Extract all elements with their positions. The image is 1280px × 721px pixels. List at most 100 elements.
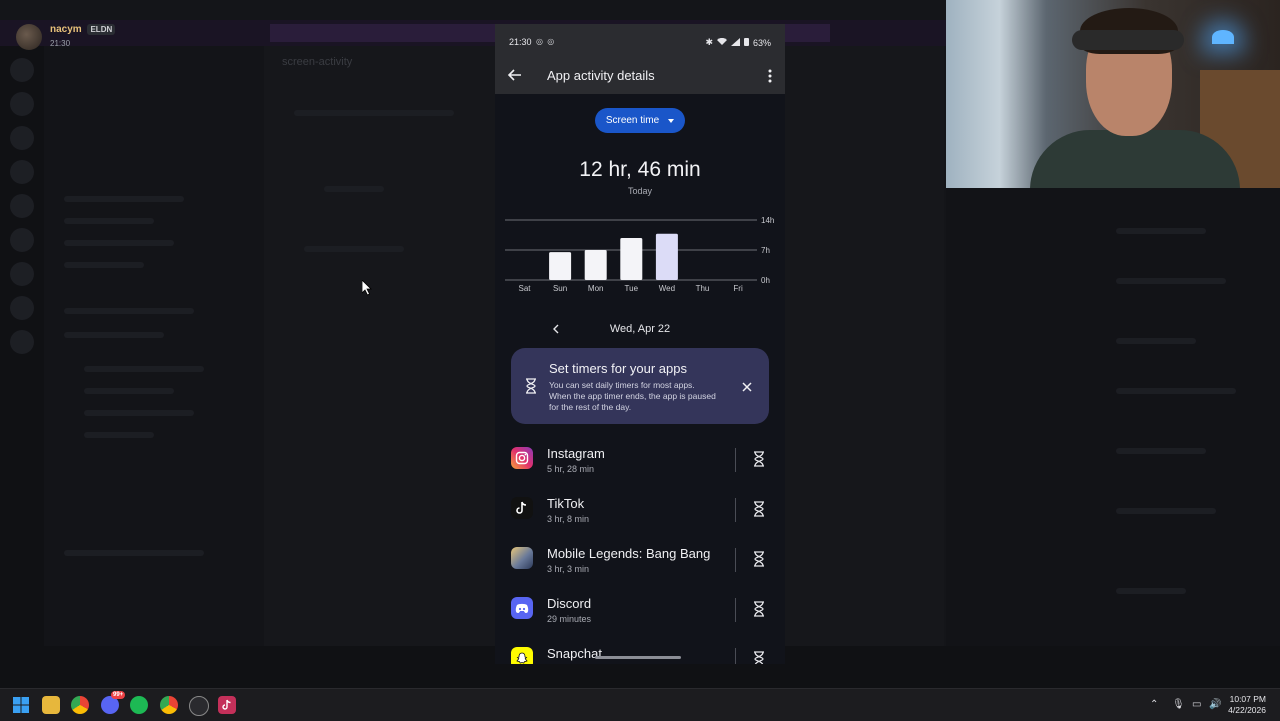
app-name: Discord — [547, 596, 592, 611]
status-bar: 21:30 ◎ ◎ ✱ 63% — [495, 24, 785, 58]
divider — [735, 548, 736, 572]
chart-x-label: Sat — [518, 284, 531, 293]
app-row-tiktok[interactable]: TikTok 3 hr, 8 min — [495, 486, 785, 536]
hourglass-icon — [524, 378, 538, 394]
page-title: App activity details — [547, 68, 655, 83]
chart-bar-sun[interactable] — [549, 252, 572, 280]
tip-text: You can set daily timers for most apps. … — [549, 380, 716, 412]
chart-x-label: Fri — [733, 284, 743, 293]
chart-x-label: Tue — [625, 284, 639, 293]
battery-icon — [743, 37, 749, 48]
avatar — [16, 24, 42, 50]
file-explorer-icon[interactable] — [42, 696, 60, 714]
app-row-instagram[interactable]: Instagram 5 hr, 28 min — [495, 436, 785, 486]
app-name: Snapchat — [547, 646, 602, 661]
caret-down-icon — [668, 118, 675, 123]
chrome-icon[interactable] — [71, 696, 89, 714]
bluetooth-icon: ✱ — [705, 37, 713, 47]
battery-level: 63% — [752, 37, 771, 48]
discord-icon — [511, 597, 533, 619]
stream-time: 21:30 — [50, 39, 71, 48]
divider — [735, 448, 736, 472]
divider — [735, 598, 736, 622]
status-right: ✱ 63% — [705, 37, 771, 48]
app-bar: App activity details — [495, 58, 785, 94]
date-navigator: Wed, Apr 22 — [495, 320, 785, 338]
network-icon[interactable]: ▭ — [1192, 699, 1201, 710]
webcam-feed — [946, 0, 1280, 188]
mouse-cursor-icon — [361, 279, 372, 301]
app-timer-hourglass-icon[interactable] — [753, 451, 765, 467]
chart-x-label: Thu — [696, 284, 710, 293]
chrome-profile-icon[interactable] — [160, 696, 178, 714]
signal-icon — [730, 37, 740, 48]
mobile-legends-icon — [511, 547, 533, 569]
windows-start-icon[interactable] — [12, 696, 30, 714]
chart-y-tick: 14h — [761, 216, 774, 225]
app-name: TikTok — [547, 496, 585, 511]
chart-y-tick: 0h — [761, 276, 770, 285]
chart-bar-wed[interactable] — [655, 233, 678, 280]
tray-chevron-icon[interactable]: ⌃ — [1150, 699, 1158, 710]
app-timer-hourglass-icon[interactable] — [753, 601, 765, 617]
app-timer-hourglass-icon[interactable] — [753, 551, 765, 567]
microphone-icon[interactable]: 🎙 — [1172, 699, 1185, 710]
total-period: Today — [627, 186, 653, 196]
weekly-usage-chart: 14h 7h 0h Sat Sun Mon Tue Wed Thu Fri — [505, 214, 775, 294]
divider — [735, 648, 736, 664]
chart-x-label: Sun — [553, 284, 567, 293]
divider — [735, 498, 736, 522]
tiktok-icon — [511, 497, 533, 519]
app-timer-hourglass-icon[interactable] — [753, 651, 765, 664]
server-rail — [0, 46, 44, 646]
system-clock[interactable]: 10:07 PM 4/22/2026 — [1228, 694, 1266, 716]
channel-header: screen-activity — [282, 56, 353, 68]
chart-x-label: Mon — [588, 284, 604, 293]
app-time: 29 minutes — [547, 614, 592, 624]
close-icon[interactable] — [741, 380, 753, 392]
app-time: 3 hr, 3 min — [547, 564, 590, 574]
stream-user-chip: nacym ELDN 21:30 — [16, 24, 116, 50]
clock-time: 10:07 PM — [1229, 694, 1266, 704]
discord-taskbar-icon[interactable]: 99+ — [101, 691, 126, 714]
snapchat-icon — [511, 647, 533, 664]
app-name: Mobile Legends: Bang Bang — [547, 546, 711, 561]
dropdown-label: Screen time — [605, 115, 660, 126]
timer-tip-card[interactable]: Set timers for your apps You can set dai… — [511, 348, 769, 424]
guild-badge: ELDN — [87, 24, 116, 35]
chart-bar-mon[interactable] — [584, 250, 607, 280]
tip-title: Set timers for your apps — [549, 361, 687, 376]
back-arrow-icon[interactable] — [507, 67, 523, 83]
clock-date: 4/22/2026 — [1228, 705, 1266, 715]
member-list — [946, 188, 1280, 648]
screen-time-dropdown[interactable]: Screen time — [595, 108, 685, 133]
chart-x-label: Wed — [659, 284, 675, 293]
phone-screen: 21:30 ◎ ◎ ✱ 63% App activity details Scr… — [495, 24, 785, 664]
more-vert-icon[interactable] — [767, 68, 773, 84]
instagram-icon — [511, 447, 533, 469]
notification-icons: ◎ ◎ — [536, 37, 556, 46]
chart-y-tick: 7h — [761, 246, 770, 255]
total-screen-time: 12 hr, 46 min — [579, 158, 701, 181]
app-row-discord[interactable]: Discord 29 minutes — [495, 586, 785, 636]
app-timer-hourglass-icon[interactable] — [753, 501, 765, 517]
app-name: Instagram — [547, 446, 605, 461]
status-time: 21:30 — [509, 37, 532, 47]
discord-badge: 99+ — [111, 691, 126, 699]
username-text: nacym — [50, 24, 82, 35]
stream-username: nacym ELDN — [50, 24, 116, 36]
tiktok-live-icon[interactable] — [218, 696, 236, 714]
app-time: 3 hr, 8 min — [547, 514, 590, 524]
gesture-bar[interactable] — [595, 656, 681, 659]
app-row-mobile-legends[interactable]: Mobile Legends: Bang Bang 3 hr, 3 min — [495, 536, 785, 586]
app-row-snapchat[interactable]: Snapchat — [495, 636, 785, 664]
spotify-icon[interactable] — [130, 696, 148, 714]
obs-icon[interactable] — [189, 696, 209, 716]
channel-list — [44, 46, 264, 646]
chart-svg: 14h 7h 0h Sat Sun Mon Tue Wed Thu Fri — [505, 216, 774, 293]
windows-taskbar: 99+ ⌃ 🎙 ▭ 🔊 10:07 PM 4/22/2026 — [0, 688, 1280, 721]
selected-date: Wed, Apr 22 — [609, 323, 671, 335]
volume-icon[interactable]: 🔊 — [1209, 699, 1221, 710]
chart-bar-tue[interactable] — [620, 238, 643, 280]
wifi-icon — [716, 37, 727, 48]
